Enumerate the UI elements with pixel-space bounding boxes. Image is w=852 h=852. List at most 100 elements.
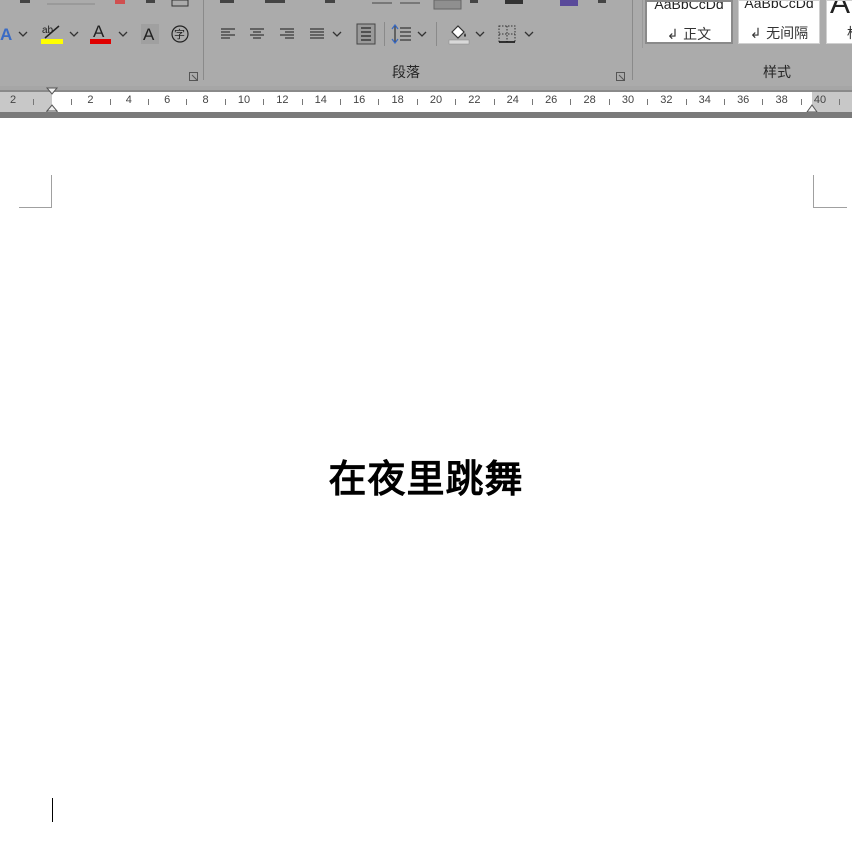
ruler-tick [71, 99, 73, 105]
ruler-tick [493, 99, 495, 105]
ruler-tick [724, 99, 725, 105]
line-spacing-button[interactable] [391, 23, 413, 45]
ruler-tick [224, 99, 226, 105]
chevron-down-icon [332, 31, 342, 37]
ruler-number: 32 [660, 94, 673, 106]
distributed-button[interactable] [355, 23, 377, 45]
ruler-tick [301, 99, 303, 105]
styles-gallery-border [642, 0, 643, 48]
borders-dropdown[interactable] [523, 26, 535, 40]
ruler-number: 36 [737, 94, 750, 106]
enclose-characters-button[interactable]: 字 [170, 24, 190, 44]
enclose-characters-icon: 字 [171, 25, 189, 43]
style-normal[interactable]: AaBbCcDd ↲ 正文 [645, 0, 733, 44]
ruler-number: 4 [125, 94, 132, 106]
ruler-tick [762, 99, 764, 105]
ruler-number: 30 [621, 94, 635, 106]
chevron-down-icon [417, 31, 427, 37]
ruler-number: 28 [583, 94, 596, 106]
style-sample: AaBbCcDd [744, 0, 814, 11]
text-cursor [52, 798, 53, 822]
borders-button[interactable] [497, 24, 517, 44]
ruler-number: 2 [87, 94, 94, 106]
svg-text:A: A [93, 22, 105, 41]
paragraph-group-label: 段落 [392, 65, 420, 81]
ruler-tick [839, 99, 841, 105]
ruler-tick [647, 99, 649, 105]
ruler-number: 20 [429, 94, 443, 106]
align-right-button[interactable] [278, 26, 296, 42]
chevron-down-icon [18, 31, 28, 37]
character-shading-button[interactable]: A [141, 24, 159, 44]
dialog-launcher-icon [189, 72, 198, 81]
crop-mark-top-right [813, 175, 847, 208]
dialog-launcher-icon [616, 72, 625, 81]
ruler-number: 10 [237, 94, 251, 106]
font-dialog-launcher[interactable] [189, 68, 198, 81]
style-heading[interactable]: A 标 [826, 0, 852, 44]
align-left-button[interactable] [219, 26, 237, 42]
ruler-tick [109, 99, 111, 105]
ruler-tick [148, 99, 149, 105]
font-color-dropdown[interactable] [117, 26, 129, 40]
ruler-tick [340, 99, 341, 105]
justify-dropdown[interactable] [331, 26, 343, 40]
svg-text:A: A [143, 25, 155, 44]
crop-mark-top-left [19, 175, 52, 208]
text-effects-icon: A [0, 26, 12, 42]
style-sample: A [830, 0, 851, 20]
ruler-tick [32, 99, 34, 105]
justify-button[interactable] [308, 26, 326, 42]
style-no-spacing[interactable]: AaBbCcDd ↲ 无间隔 [738, 0, 820, 44]
ruler-tick [685, 99, 687, 105]
highlight-color-dropdown[interactable] [68, 26, 80, 40]
ruler-number: 38 [775, 94, 788, 106]
svg-text:字: 字 [174, 27, 185, 41]
ruler-number: 8 [202, 94, 209, 106]
chevron-down-icon [524, 31, 534, 37]
ruler-number: 6 [164, 94, 171, 106]
character-shading-icon: A [141, 24, 159, 44]
ruler-number: 24 [506, 94, 519, 106]
ribbon: A ab A A 字 段落 AaBbCcDd ↲ 正文 AaBbCcDd ↲ 无… [0, 0, 852, 86]
button-separator [436, 22, 437, 46]
paint-bucket-icon [448, 25, 470, 45]
align-left-icon [221, 28, 235, 39]
chevron-down-icon [118, 31, 128, 37]
ruler-number: 2 [9, 94, 17, 106]
ruler-number: 12 [276, 94, 289, 106]
document-title[interactable]: 在夜里跳舞 [0, 448, 852, 503]
highlight-color-swatch [41, 39, 63, 44]
highlighter-icon: ab [41, 25, 63, 44]
ruler-tick [532, 99, 533, 105]
line-spacing-dropdown[interactable] [416, 26, 428, 40]
ruler-tick [416, 99, 418, 105]
align-center-icon [250, 28, 264, 39]
align-center-button[interactable] [248, 26, 266, 42]
ruler-number: 22 [468, 94, 481, 106]
hanging-indent-marker[interactable] [45, 104, 59, 112]
ruler-number: 14 [314, 94, 327, 106]
chevron-down-icon [475, 31, 485, 37]
highlight-color-button[interactable]: ab [40, 22, 64, 46]
ruler-number: 34 [698, 94, 711, 106]
button-separator [384, 22, 385, 46]
styles-group-label: 样式 [763, 65, 791, 81]
ruler-tick [263, 99, 265, 105]
group-separator [203, 0, 204, 80]
style-name: 标 [847, 23, 852, 43]
font-color-button[interactable]: A [90, 22, 112, 46]
ruler-tick [186, 99, 188, 105]
text-effects-dropdown[interactable] [17, 26, 29, 40]
paragraph-dialog-launcher[interactable] [616, 68, 625, 81]
shading-dropdown[interactable] [474, 26, 486, 40]
ruler-tick [608, 99, 610, 105]
text-effects-button[interactable]: A [0, 25, 14, 44]
shading-button[interactable] [447, 22, 471, 46]
group-separator [632, 0, 633, 80]
style-sample: AaBbCcDd [654, 0, 724, 12]
ruler-number: 16 [353, 94, 366, 106]
justify-icon [310, 28, 324, 39]
first-line-indent-marker[interactable] [45, 87, 59, 95]
font-color-icon: A [90, 22, 111, 44]
